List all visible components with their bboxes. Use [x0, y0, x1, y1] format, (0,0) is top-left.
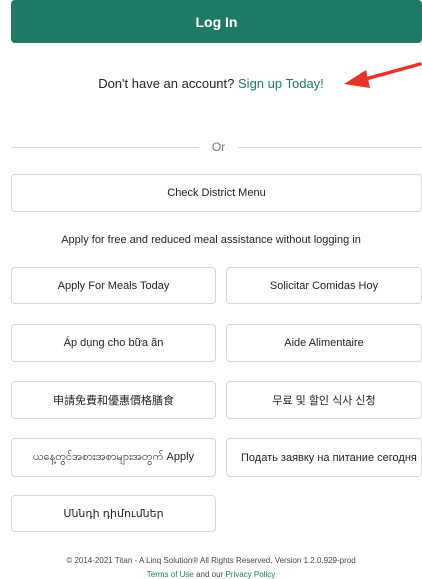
- apply-meals-chinese-button[interactable]: 申請免費和優惠價格膳食: [11, 381, 216, 419]
- signup-link[interactable]: Sign up Today!: [238, 76, 324, 91]
- annotation-arrow-icon: [344, 62, 422, 88]
- apply-meals-burmese-button[interactable]: ယနေ့တွင်အစားအစာများအတွက် Apply: [11, 438, 216, 477]
- signup-prompt-text: Don't have an account?: [98, 76, 235, 91]
- copyright-text: © 2014-2021 Titan - A Linq Solution® All…: [66, 556, 356, 565]
- apply-meals-vietnamese-button[interactable]: Áp dụng cho bữa ăn: [11, 324, 216, 362]
- apply-meals-russian-button[interactable]: Подать заявку на питание сегодня: [226, 438, 422, 477]
- privacy-policy-link[interactable]: Privacy Policy: [225, 570, 275, 579]
- divider-line-left: [11, 147, 199, 148]
- apply-meals-english-button[interactable]: Apply For Meals Today: [11, 267, 216, 304]
- footer-links: Terms of Use and our Privacy Policy: [0, 570, 422, 579]
- check-district-menu-button[interactable]: Check District Menu: [11, 174, 422, 212]
- login-button[interactable]: Log In: [11, 0, 422, 43]
- apply-note: Apply for free and reduced meal assistan…: [61, 234, 361, 246]
- apply-meals-korean-button[interactable]: 무료 및 할인 식사 신청: [226, 381, 422, 419]
- or-separator: Or: [211, 140, 226, 154]
- apply-meals-spanish-button[interactable]: Solicitar Comidas Hoy: [226, 267, 422, 304]
- divider-line-right: [238, 147, 422, 148]
- footer-and-our-text: and our: [193, 570, 226, 579]
- terms-of-use-link[interactable]: Terms of Use: [147, 570, 194, 579]
- apply-meals-armenian-button[interactable]: Սննդի դիմումներ: [11, 495, 216, 532]
- apply-meals-french-button[interactable]: Aide Alimentaire: [226, 324, 422, 362]
